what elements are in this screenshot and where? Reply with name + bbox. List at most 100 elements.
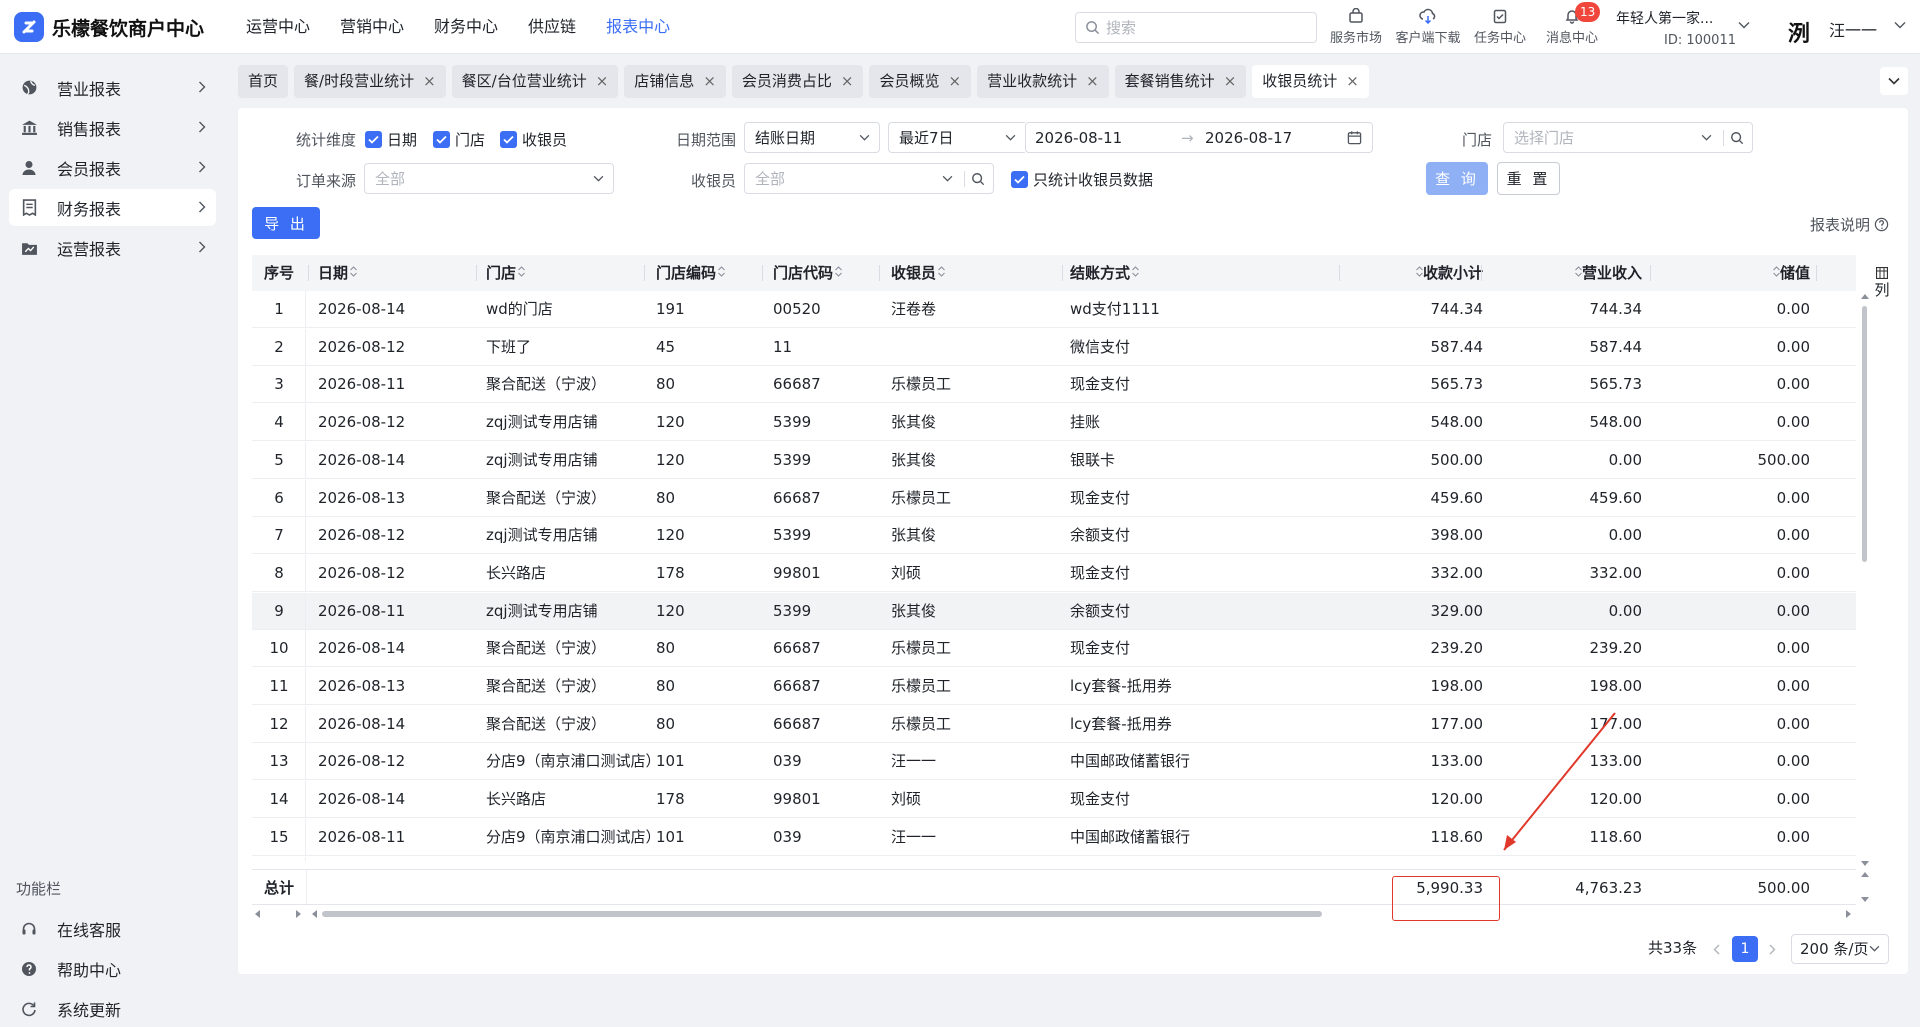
column-resize-handle[interactable] xyxy=(879,265,880,281)
column-resize-handle[interactable] xyxy=(762,265,763,281)
scroll-down-arrow-icon[interactable] xyxy=(1861,897,1869,903)
column-resize-handle[interactable] xyxy=(476,265,477,281)
sidebar-item-sales-report[interactable]: 销售报表 xyxy=(9,109,216,146)
tool-message-center[interactable]: 消息中心 13 xyxy=(1536,0,1608,54)
close-icon[interactable]: × xyxy=(1346,74,1359,89)
dimension-cashier-checkbox[interactable]: 收银员 xyxy=(500,129,567,150)
tab-item[interactable]: 首页 xyxy=(238,65,289,98)
table-row[interactable]: 11 2026-08-13 聚合配送（宁波） 80 66687 乐檬员工 lcy套餐-抵用券… xyxy=(252,668,1856,705)
column-header[interactable]: 收款小计 xyxy=(1387,255,1483,291)
tab-item[interactable]: 套餐销售统计 × xyxy=(1114,65,1247,98)
sidebar-item-operation-report[interactable]: 运营报表 xyxy=(9,229,216,266)
dimension-date-checkbox[interactable]: 日期 xyxy=(365,129,417,150)
top-nav-item[interactable]: 财务中心 xyxy=(434,0,498,54)
column-resize-handle[interactable] xyxy=(1816,265,1817,281)
query-button[interactable]: 查 询 xyxy=(1426,162,1488,195)
horizontal-scrollbar[interactable] xyxy=(252,907,1856,921)
search-icon[interactable] xyxy=(1730,131,1744,145)
user-name[interactable]: 汪一一 xyxy=(1829,17,1877,41)
table-row[interactable]: 8 2026-08-12 长兴路店 178 99801 刘硕 现金支付 332.00 332.0… xyxy=(252,554,1856,592)
tab-item[interactable]: 店铺信息 × xyxy=(624,65,726,98)
tab-item[interactable]: 会员概览 × xyxy=(869,65,972,98)
order-source-select[interactable]: 全部 xyxy=(364,163,614,194)
sort-icon[interactable] xyxy=(718,257,725,293)
horizontal-scroll-thumb[interactable] xyxy=(322,911,1322,917)
report-note-link[interactable]: 报表说明 xyxy=(1810,214,1889,235)
column-header[interactable]: 序号 xyxy=(252,255,306,291)
store-select[interactable]: 选择门店 xyxy=(1503,122,1753,153)
sidebar-item-business-report[interactable]: 营业报表 xyxy=(9,69,216,106)
table-row[interactable]: 7 2026-08-12 zqj测试专用店铺 120 5399 张其俊 余额支付 398.00… xyxy=(252,517,1856,555)
sidebar-help-center[interactable]: 帮助中心 xyxy=(9,950,216,987)
search-icon[interactable] xyxy=(971,172,985,186)
scroll-left-arrow-icon[interactable] xyxy=(254,910,260,918)
sort-icon[interactable] xyxy=(1132,257,1139,293)
sidebar-system-update[interactable]: 系统更新 xyxy=(9,990,216,1027)
date-end[interactable]: 2026-08-17 xyxy=(1205,129,1292,147)
top-nav-item[interactable]: 营销中心 xyxy=(340,0,404,54)
tab-item[interactable]: 营业收款统计 × xyxy=(977,65,1109,98)
tabs-more-button[interactable] xyxy=(1880,67,1908,95)
tool-service-market[interactable]: 服务市场 xyxy=(1320,0,1392,54)
sidebar-item-finance-report[interactable]: 财务报表 xyxy=(9,189,216,226)
top-nav-item[interactable]: 供应链 xyxy=(528,0,576,54)
tab-item[interactable]: 餐/时段营业统计 × xyxy=(294,65,446,98)
sidebar-online-support[interactable]: 在线客服 xyxy=(9,910,216,947)
column-header[interactable]: 收银员 xyxy=(891,255,1011,291)
close-icon[interactable]: × xyxy=(423,74,436,89)
pagination-current-page[interactable]: 1 xyxy=(1732,936,1758,962)
date-start[interactable]: 2026-08-11 xyxy=(1035,129,1122,147)
column-settings-button[interactable]: 列 xyxy=(1871,267,1893,300)
sort-icon[interactable] xyxy=(1575,257,1582,293)
close-icon[interactable]: × xyxy=(1086,74,1099,89)
dimension-store-checkbox[interactable]: 门店 xyxy=(433,129,485,150)
scroll-right-arrow-icon[interactable] xyxy=(1846,910,1852,918)
column-resize-handle[interactable] xyxy=(1481,265,1482,281)
scroll-up-arrow-icon[interactable] xyxy=(1861,871,1869,877)
close-icon[interactable]: × xyxy=(1224,74,1237,89)
only-cashier-checkbox[interactable]: 只统计收银员数据 xyxy=(1011,169,1153,190)
top-nav-item[interactable]: 报表中心 xyxy=(606,0,670,54)
column-resize-handle[interactable] xyxy=(1062,265,1063,281)
sort-icon[interactable] xyxy=(1773,257,1780,293)
table-row[interactable]: 3 2026-08-11 聚合配送（宁波） 80 66687 乐檬员工 现金支付 565.73… xyxy=(252,366,1856,404)
column-header[interactable]: 储值 xyxy=(1702,255,1810,291)
table-row[interactable]: 4 2026-08-12 zqj测试专用店铺 120 5399 张其俊 挂账 548.00 54… xyxy=(252,404,1856,442)
tool-client-download[interactable]: 客户端下载 xyxy=(1392,0,1464,54)
scroll-right-arrow-icon[interactable] xyxy=(296,910,302,918)
avatar[interactable]: 洌 xyxy=(1788,16,1810,48)
table-row[interactable]: 2 2026-08-12 下班了 45 11 微信支付 587.44 587.44 0.00 xyxy=(252,328,1856,366)
scroll-up-arrow-icon[interactable] xyxy=(1861,293,1869,299)
column-header[interactable]: 门店 xyxy=(486,255,646,291)
next-page-icon[interactable] xyxy=(1769,944,1776,955)
table-row[interactable]: 5 2026-08-14 zqj测试专用店铺 120 5399 张其俊 银联卡 500.00 0… xyxy=(252,441,1856,479)
tab-item[interactable]: 收银员统计 × xyxy=(1252,65,1369,98)
chevron-down-icon[interactable] xyxy=(1894,21,1906,29)
column-header[interactable]: 结账方式 xyxy=(1070,255,1270,291)
date-preset-select[interactable]: 最近7日 xyxy=(888,122,1025,153)
tab-item[interactable]: 餐区/台位营业统计 × xyxy=(451,65,619,98)
table-row[interactable]: 9 2026-08-11 zqj测试专用店铺 120 5399 张其俊 余额支付 329.00… xyxy=(252,592,1856,630)
search-input[interactable]: 搜索 xyxy=(1075,12,1317,43)
chevron-down-icon[interactable] xyxy=(1738,21,1750,29)
prev-page-icon[interactable] xyxy=(1713,944,1720,955)
scroll-left-arrow-icon[interactable] xyxy=(311,910,317,918)
column-resize-handle[interactable] xyxy=(1339,265,1340,281)
export-button[interactable]: 导 出 xyxy=(252,207,320,239)
column-resize-handle[interactable] xyxy=(644,265,645,281)
column-resize-handle[interactable] xyxy=(308,265,309,281)
account-switcher[interactable]: 年轻人第一家... ID: 100011 xyxy=(1616,8,1736,48)
sort-icon[interactable] xyxy=(835,257,842,293)
column-header[interactable]: 门店编码 xyxy=(656,255,736,291)
vertical-scroll-thumb[interactable] xyxy=(1862,306,1867,562)
sidebar-item-member-report[interactable]: 会员报表 xyxy=(9,149,216,186)
page-size-select[interactable]: 200 条/页 xyxy=(1791,934,1889,964)
table-row[interactable]: 1 2026-08-14 wd的门店 191 00520 汪卷卷 wd支付1111 744.3… xyxy=(252,291,1856,328)
date-type-select[interactable]: 结账日期 xyxy=(744,122,880,153)
tab-item[interactable]: 会员消费占比 × xyxy=(731,65,864,98)
column-resize-handle[interactable] xyxy=(1650,265,1651,281)
column-header[interactable]: 日期 xyxy=(318,255,438,291)
sort-icon[interactable] xyxy=(350,257,357,293)
top-nav-item[interactable]: 运营中心 xyxy=(246,0,310,54)
table-row[interactable]: 6 2026-08-13 聚合配送（宁波） 80 66687 乐檬员工 现金支付 459.60… xyxy=(252,479,1856,517)
